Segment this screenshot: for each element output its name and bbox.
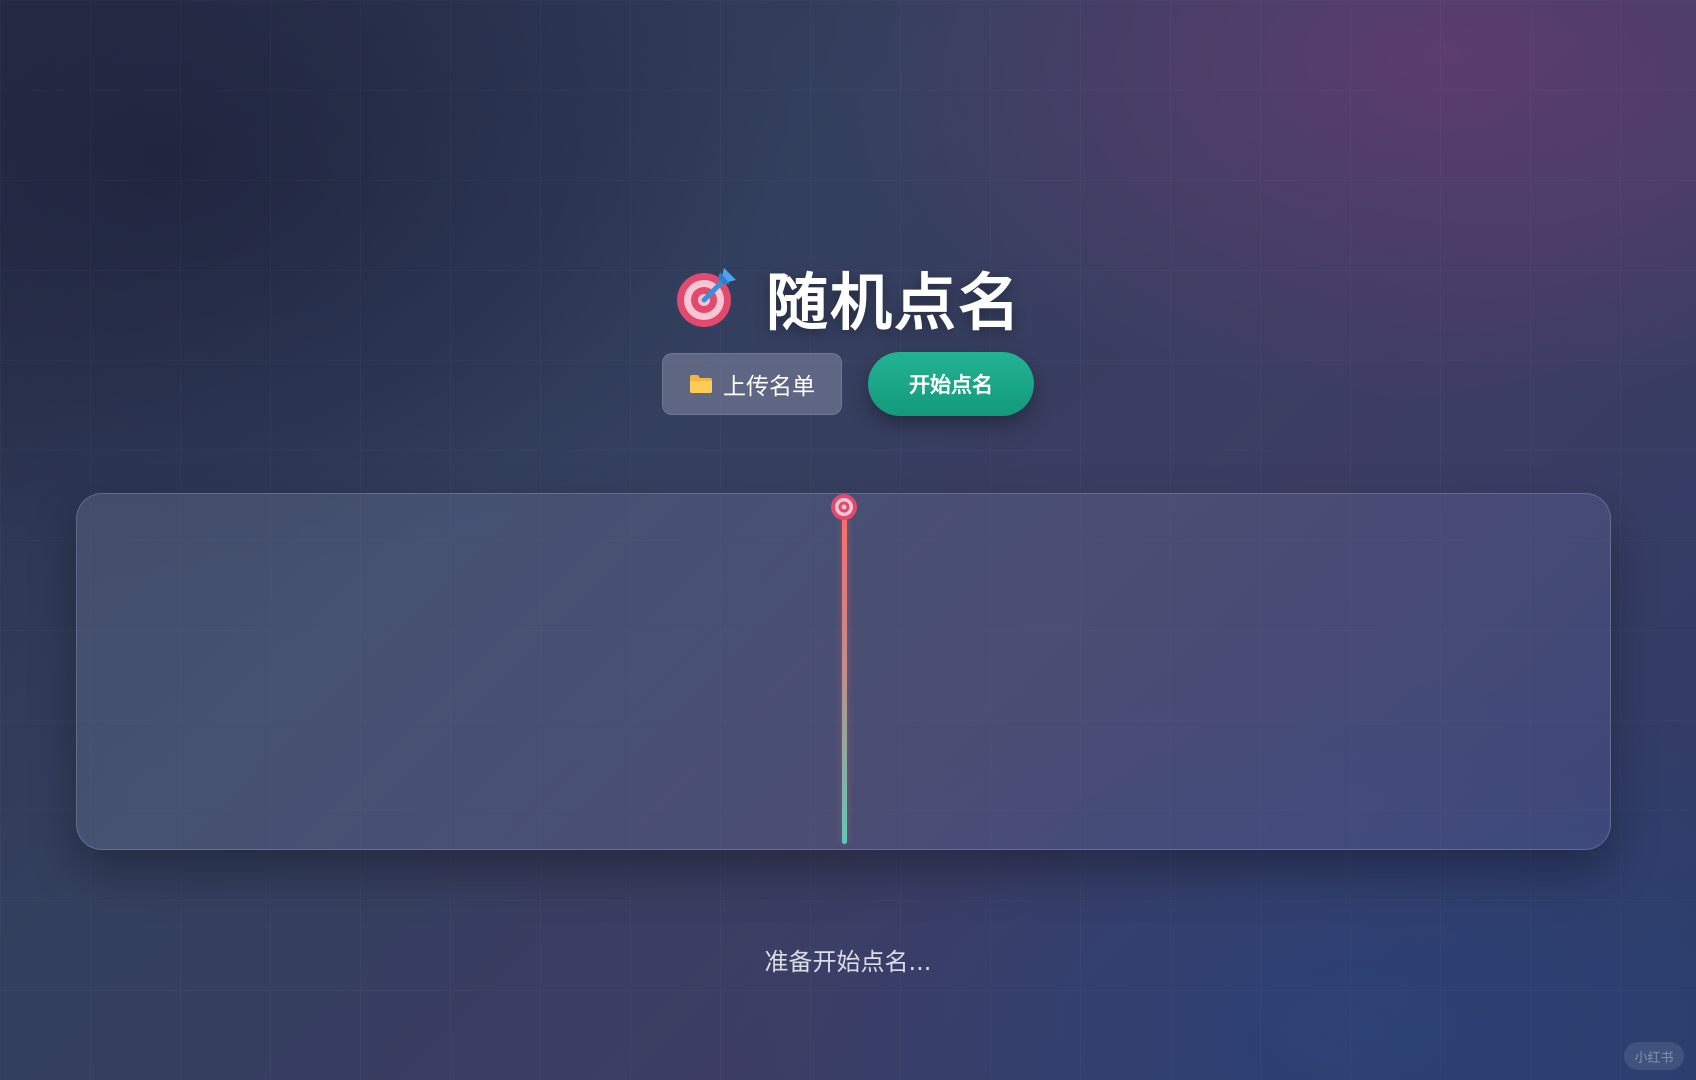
target-icon	[831, 494, 857, 520]
selection-pointer-line	[842, 508, 847, 844]
status-text: 准备开始点名...	[764, 948, 932, 976]
start-roll-call-button[interactable]: 开始点名	[868, 352, 1034, 416]
upload-list-button[interactable]: 上传名单	[662, 353, 842, 415]
watermark: 小红书	[1624, 1042, 1684, 1070]
folder-icon	[690, 375, 712, 393]
name-roller-panel	[76, 493, 1611, 850]
page-title: 随机点名	[765, 266, 1022, 339]
dart-target-icon	[676, 268, 736, 327]
toolbar: 上传名单 开始点名	[0, 352, 1696, 416]
upload-list-label: 上传名单	[723, 374, 815, 400]
page-header: 随机点名	[0, 252, 1696, 342]
